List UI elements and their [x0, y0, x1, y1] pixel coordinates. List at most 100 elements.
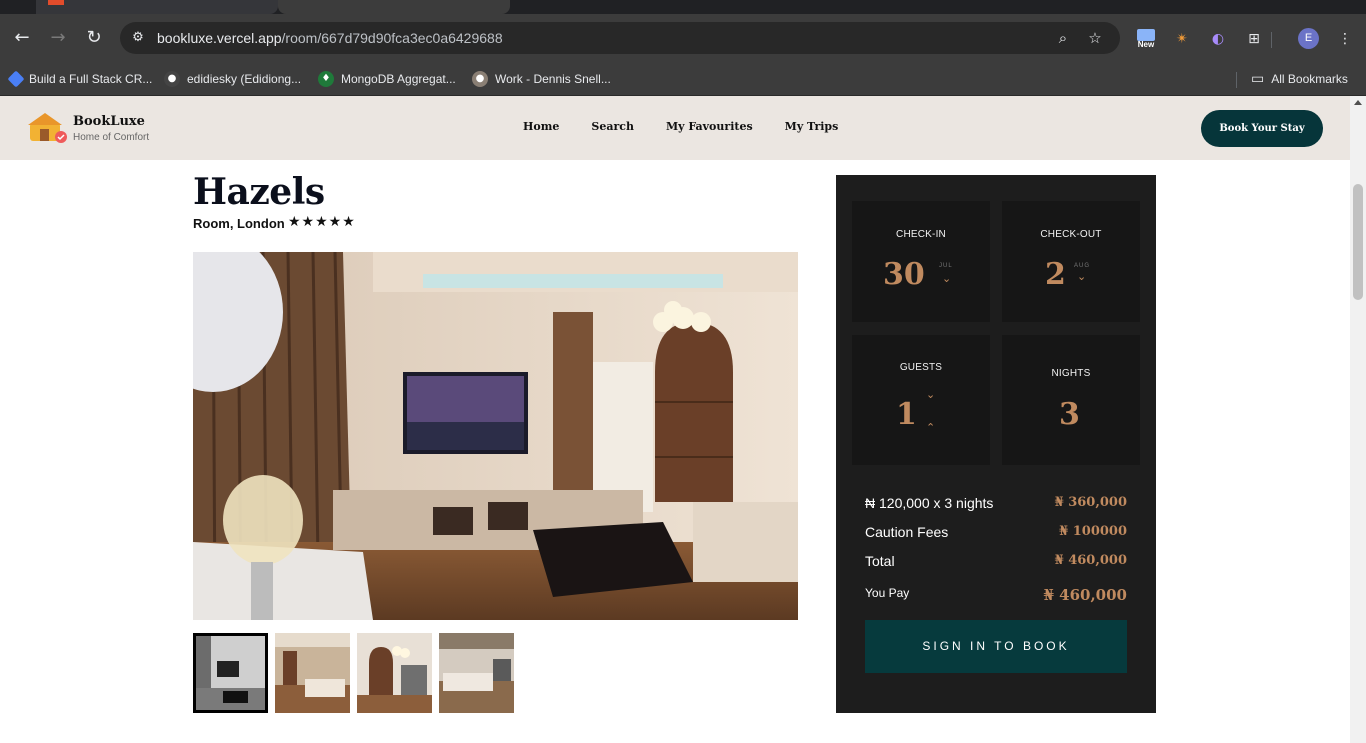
- nav-search[interactable]: Search: [591, 120, 634, 133]
- page-scrollbar[interactable]: [1350, 96, 1366, 743]
- guests-stepper[interactable]: GUESTS 1 ⌄ ⌃: [852, 335, 990, 465]
- logo-tagline: Home of Comfort: [73, 132, 150, 143]
- thumb-living-room-bw: [193, 633, 268, 713]
- forward-arrow-icon[interactable]: →: [48, 28, 68, 48]
- url-text[interactable]: bookluxe.vercel.app/room/667d79d90fca3ec…: [157, 30, 503, 46]
- living-room-image: [193, 252, 798, 620]
- house-logo-icon[interactable]: [26, 111, 70, 145]
- thumbnail-strip: [193, 633, 514, 713]
- zoom-icon[interactable]: ⌕: [1054, 29, 1072, 47]
- mongodb-leaf-icon: ♦: [318, 71, 334, 87]
- puzzle-extensions-icon[interactable]: ⊞: [1243, 28, 1265, 50]
- chevron-down-icon[interactable]: ⌄: [1077, 270, 1086, 283]
- main-nav: Home Search My Favourites My Trips: [523, 120, 870, 133]
- thumbnail[interactable]: [439, 633, 514, 713]
- tab-strip: [0, 0, 1366, 14]
- booking-panel: CHECK-IN 30 JUL ⌄ CHECK-OUT 2 AUG ⌄ GUES…: [836, 175, 1156, 713]
- folder-icon: ▭: [1251, 71, 1265, 87]
- nights-display: NIGHTS 3: [1002, 335, 1140, 465]
- guests-label: GUESTS: [899, 362, 943, 373]
- chevron-down-icon[interactable]: ⌄: [942, 272, 951, 285]
- caution-value: ₦ 100000: [1059, 524, 1127, 539]
- thumbnail[interactable]: [275, 633, 350, 713]
- increase-guests-icon[interactable]: ⌃: [926, 421, 935, 434]
- blue-diamond-icon: [7, 70, 25, 88]
- bookmark-item[interactable]: Build a Full Stack CR...: [7, 68, 153, 90]
- url-path: /room/667d79d90fca3ec0a6429688: [281, 30, 503, 46]
- checkin-month: JUL: [939, 263, 953, 269]
- browser-toolbar: ← → ↻ ⚙ bookluxe.vercel.app/room/667d79d…: [0, 14, 1366, 62]
- bookmark-star-icon[interactable]: ☆: [1086, 29, 1104, 47]
- address-bar[interactable]: ⚙ bookluxe.vercel.app/room/667d79d90fca3…: [120, 22, 1120, 54]
- room-location: Room, London: [193, 216, 285, 231]
- bookmark-item[interactable]: ● Work - Dennis Snell...: [472, 68, 611, 90]
- checkin-day: 30: [883, 257, 925, 292]
- nav-home[interactable]: Home: [523, 120, 559, 133]
- nights-value: 3: [1059, 397, 1080, 432]
- you-pay-value: ₦ 460,000: [1043, 586, 1127, 604]
- tab-favicon-icon: [48, 0, 64, 5]
- reload-icon[interactable]: ↻: [84, 28, 104, 48]
- logo-name[interactable]: BookLuxe: [73, 114, 145, 129]
- bookmark-label: edidiesky (Edidiong...: [187, 72, 302, 86]
- checkin-picker[interactable]: CHECK-IN 30 JUL ⌄: [852, 201, 990, 322]
- site-header: BookLuxe Home of Comfort Home Search My …: [0, 96, 1350, 160]
- nights-label: NIGHTS: [1051, 368, 1091, 379]
- browser-tab-active[interactable]: [278, 0, 510, 14]
- bookmark-label: MongoDB Aggregat...: [341, 72, 456, 86]
- bookmark-item[interactable]: ● edidiesky (Edidiong...: [164, 68, 301, 90]
- rate-label: ₦ 120,000 x 3 nights: [865, 495, 994, 511]
- nav-my-trips[interactable]: My Trips: [785, 120, 839, 133]
- total-row: Total ₦ 460,000: [865, 553, 1127, 569]
- checkout-picker[interactable]: CHECK-OUT 2 AUG ⌄: [1002, 201, 1140, 322]
- toolbar-divider: [1271, 32, 1272, 48]
- ghost-extension-icon[interactable]: ◐: [1207, 28, 1229, 50]
- thumbnail-active[interactable]: [193, 633, 268, 713]
- room-main-photo[interactable]: [193, 252, 798, 620]
- github-icon: ●: [164, 71, 180, 87]
- bookmarks-divider: [1236, 72, 1237, 88]
- avatar-icon: ●: [472, 71, 488, 87]
- sign-in-to-book-button[interactable]: SIGN IN TO BOOK: [865, 620, 1127, 673]
- thumb-sofa: [439, 633, 514, 713]
- total-value: ₦ 460,000: [1054, 553, 1127, 568]
- browser-tab-inactive[interactable]: [36, 0, 278, 14]
- nav-my-favourites[interactable]: My Favourites: [666, 120, 753, 133]
- rate-row: ₦ 120,000 x 3 nights ₦ 360,000: [865, 495, 1127, 511]
- star-rating-icon: ★★★★★: [288, 214, 356, 230]
- guests-value: 1: [896, 397, 917, 432]
- you-pay-row: You Pay ₦ 460,000: [865, 586, 1127, 604]
- site-info-icon[interactable]: ⚙: [130, 30, 146, 46]
- room-title: Hazels: [193, 171, 325, 213]
- rate-value: ₦ 360,000: [1054, 495, 1127, 510]
- caution-label: Caution Fees: [865, 524, 949, 540]
- caution-row: Caution Fees ₦ 100000: [865, 524, 1127, 540]
- scroll-thumb[interactable]: [1353, 184, 1363, 300]
- all-bookmarks-button[interactable]: ▭ All Bookmarks: [1251, 68, 1348, 90]
- you-pay-label: You Pay: [865, 586, 910, 600]
- spark-extension-icon[interactable]: ✴: [1171, 28, 1193, 50]
- menu-kebab-icon[interactable]: ⋮: [1334, 28, 1356, 50]
- thumb-lounge: [275, 633, 350, 713]
- checkout-month: AUG: [1074, 263, 1091, 269]
- url-host: bookluxe.vercel.app: [157, 30, 282, 46]
- bookmark-label: Build a Full Stack CR...: [29, 72, 153, 86]
- bookmark-item[interactable]: ♦ MongoDB Aggregat...: [318, 68, 456, 90]
- all-bookmarks-label: All Bookmarks: [1271, 72, 1348, 86]
- thumb-arched-shelf: [357, 633, 432, 713]
- profile-avatar[interactable]: E: [1298, 28, 1319, 49]
- back-arrow-icon[interactable]: ←: [12, 28, 32, 48]
- thumbnail[interactable]: [357, 633, 432, 713]
- checkin-label: CHECK-IN: [896, 229, 946, 240]
- new-badge: New: [1137, 40, 1155, 49]
- page-viewport: BookLuxe Home of Comfort Home Search My …: [0, 96, 1350, 743]
- bookmark-label: Work - Dennis Snell...: [495, 72, 611, 86]
- decrease-guests-icon[interactable]: ⌄: [926, 388, 935, 401]
- book-your-stay-button[interactable]: Book Your Stay: [1201, 110, 1323, 147]
- bookmarks-bar: Build a Full Stack CR... ● edidiesky (Ed…: [0, 62, 1366, 96]
- scroll-up-arrow-icon[interactable]: [1354, 100, 1362, 105]
- new-extension-icon[interactable]: New: [1134, 29, 1158, 51]
- checkout-day: 2: [1045, 257, 1066, 292]
- checkout-label: CHECK-OUT: [1040, 229, 1102, 240]
- total-label: Total: [865, 553, 895, 569]
